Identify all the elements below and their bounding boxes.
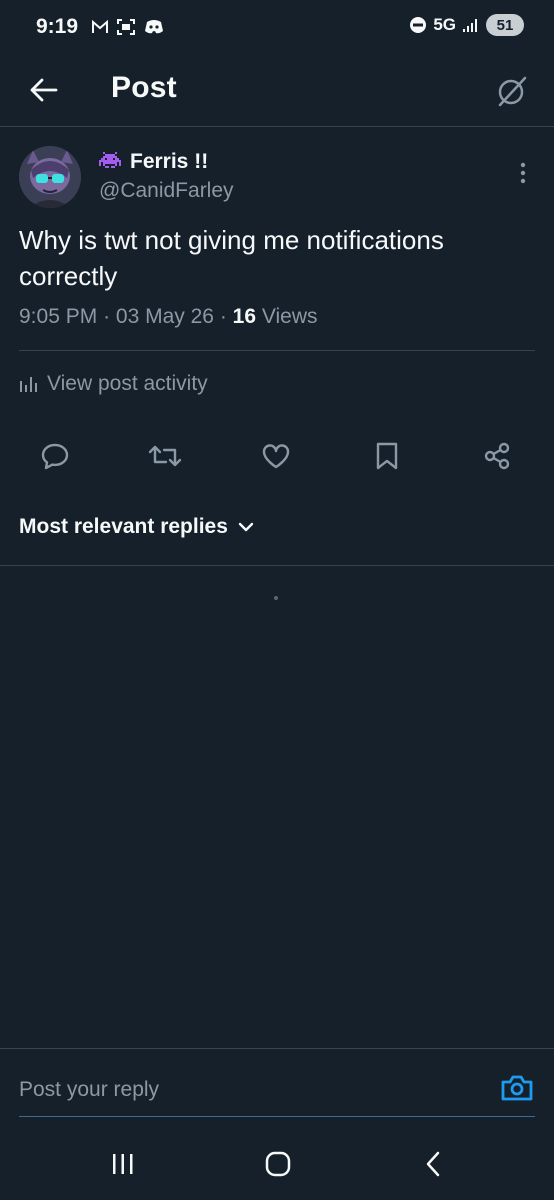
- system-back-button[interactable]: [411, 1142, 455, 1186]
- dnd-icon: [409, 16, 427, 34]
- reply-input-underline: [19, 1116, 535, 1117]
- reply-input[interactable]: [19, 1073, 449, 1107]
- gmail-icon: [92, 20, 108, 34]
- views-count: 16: [232, 305, 257, 328]
- reply-icon: [41, 443, 69, 470]
- post-text: Why is twt not giving me notifications c…: [19, 225, 444, 291]
- meta-divider: [19, 350, 535, 351]
- bookmark-icon: [376, 442, 398, 470]
- home-button[interactable]: [256, 1142, 300, 1186]
- back-button[interactable]: [22, 68, 66, 112]
- arrow-left-icon: [30, 78, 58, 102]
- replies-divider: [0, 565, 554, 566]
- screenshot-icon: [116, 18, 136, 36]
- discord-icon: [144, 19, 164, 35]
- status-bar: 9:19 5G 51: [0, 0, 554, 56]
- more-options-button[interactable]: [506, 156, 540, 190]
- status-system-icons: 5G 51: [409, 14, 524, 36]
- like-button[interactable]: [254, 434, 298, 478]
- chevron-left-icon: [426, 1151, 440, 1177]
- recent-apps-button[interactable]: [101, 1142, 145, 1186]
- action-bar: [0, 434, 554, 478]
- replies-sort-label: Most relevant replies: [19, 515, 228, 538]
- status-notification-icons: [92, 18, 164, 36]
- header-divider: [0, 126, 554, 127]
- reply-composer: [0, 1048, 554, 1127]
- analytics-icon: [20, 377, 37, 392]
- home-icon: [265, 1151, 291, 1177]
- share-button[interactable]: [475, 434, 519, 478]
- avatar[interactable]: [19, 146, 81, 208]
- display-name[interactable]: Ferris !!: [130, 150, 208, 174]
- user-handle[interactable]: @CanidFarley: [99, 179, 234, 203]
- more-vertical-icon: [520, 162, 526, 184]
- heart-icon: [262, 444, 290, 469]
- view-post-activity-label: View post activity: [47, 372, 208, 395]
- status-time: 9:19: [36, 15, 79, 38]
- repost-icon: [148, 445, 182, 467]
- system-nav-bar: [0, 1126, 554, 1200]
- meta-separator: ·: [103, 305, 111, 328]
- space-invader-icon: [99, 152, 121, 172]
- battery-level: 51: [496, 16, 514, 34]
- reply-button[interactable]: [33, 434, 77, 478]
- top-header: Post: [0, 56, 554, 126]
- bookmark-button[interactable]: [365, 434, 409, 478]
- post-date: 03 May 26: [115, 305, 214, 328]
- repost-button[interactable]: [143, 434, 187, 478]
- page-title: Post: [111, 71, 177, 104]
- signal-icon: [462, 17, 480, 33]
- post-meta: 9:05 PM · 03 May 26 · 16 Views: [19, 305, 318, 329]
- view-post-activity[interactable]: View post activity: [19, 372, 208, 396]
- grok-button[interactable]: [490, 69, 534, 113]
- camera-icon: [501, 1075, 533, 1101]
- network-type: 5G: [433, 15, 456, 34]
- battery-indicator: 51: [486, 14, 524, 36]
- camera-button[interactable]: [498, 1069, 536, 1107]
- recent-apps-icon: [113, 1154, 133, 1174]
- views-label: Views: [261, 305, 318, 328]
- grok-icon: [498, 76, 527, 107]
- post-time: 9:05 PM: [19, 305, 98, 328]
- meta-separator-2: ·: [219, 305, 227, 328]
- share-icon: [484, 442, 510, 470]
- loading-indicator: [274, 596, 278, 600]
- chevron-down-icon: [238, 522, 254, 532]
- replies-sort-dropdown[interactable]: Most relevant replies: [19, 515, 254, 539]
